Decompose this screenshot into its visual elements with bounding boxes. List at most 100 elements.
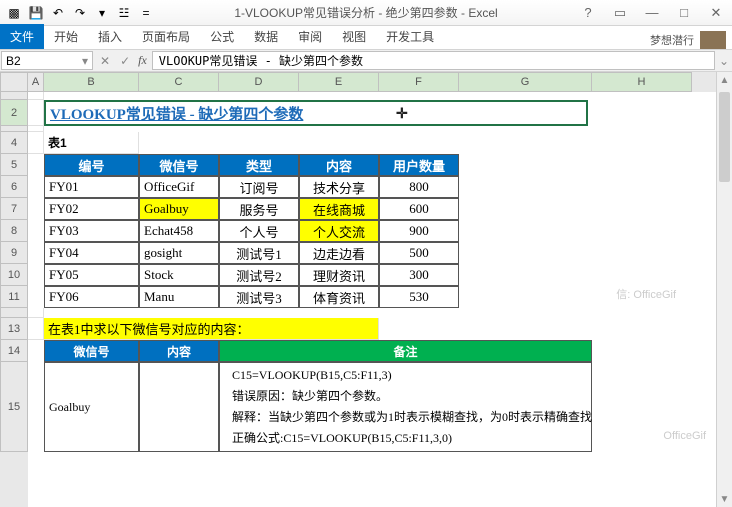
table-cell[interactable]: 个人交流 [299,220,379,242]
col-header-B[interactable]: B [44,72,139,92]
tab-home[interactable]: 开始 [44,24,88,49]
table-cell[interactable]: 服务号 [219,198,299,220]
table-cell[interactable]: 600 [379,198,459,220]
col-header-D[interactable]: D [219,72,299,92]
col-header-C[interactable]: C [139,72,219,92]
row-header-1[interactable] [0,92,28,100]
table-cell[interactable]: Echat458 [139,220,219,242]
tab-file[interactable]: 文件 [0,24,44,49]
avatar[interactable] [700,31,726,49]
row-header-11[interactable]: 11 [0,286,28,308]
cell-table1-label[interactable]: 表1 [44,132,139,154]
table-cell[interactable]: FY06 [44,286,139,308]
row-header-4[interactable]: 4 [0,132,28,154]
cell-title[interactable]: VLOOKUP常见错误 - 缺少第四个参数 ✛ [44,100,588,126]
tab-data[interactable]: 数据 [244,24,288,49]
ribbon-display-icon[interactable]: ▭ [608,4,632,22]
table-cell[interactable]: Stock [139,264,219,286]
table-cell[interactable]: 边走边看 [299,242,379,264]
formula-bar[interactable]: VLOOKUP常见错误 - 缺少第四个参数 [152,51,715,70]
table-cell[interactable]: FY01 [44,176,139,198]
table-cell[interactable]: 体育资讯 [299,286,379,308]
table-cell[interactable]: Manu [139,286,219,308]
vertical-scrollbar[interactable]: ▲ ▼ [716,72,732,507]
col-header-G[interactable]: G [459,72,592,92]
table2-header[interactable]: 微信号 [44,340,139,362]
table1-header[interactable]: 微信号 [139,154,219,176]
table-cell[interactable]: 理财资讯 [299,264,379,286]
enter-formula-icon[interactable]: ✓ [118,54,132,68]
table-cell[interactable]: FY03 [44,220,139,242]
table-cell[interactable]: 在线商城 [299,198,379,220]
row-header-9[interactable]: 9 [0,242,28,264]
table2-header[interactable]: 备注 [219,340,592,362]
maximize-icon[interactable]: □ [672,4,696,22]
row-header-14[interactable]: 14 [0,340,28,362]
tab-insert[interactable]: 插入 [88,24,132,49]
help-icon[interactable]: ? [576,4,600,22]
row-header-8[interactable]: 8 [0,220,28,242]
minimize-icon[interactable]: — [640,4,664,22]
lookup-value-cell[interactable]: Goalbuy [44,362,139,452]
table-cell[interactable]: 530 [379,286,459,308]
tab-view[interactable]: 视图 [332,24,376,49]
select-all-corner[interactable] [0,72,28,92]
table1-header[interactable]: 类型 [219,154,299,176]
close-icon[interactable]: ✕ [704,4,728,22]
table1-header[interactable]: 用户数量 [379,154,459,176]
redo-icon[interactable]: ↷ [70,3,90,23]
tab-review[interactable]: 审阅 [288,24,332,49]
tab-layout[interactable]: 页面布局 [132,24,200,49]
name-box[interactable]: B2 ▾ [1,51,93,70]
table-cell[interactable]: FY02 [44,198,139,220]
table-cell[interactable]: 500 [379,242,459,264]
table-cell[interactable]: 个人号 [219,220,299,242]
row-header-12[interactable] [0,308,28,318]
table-cell[interactable]: gosight [139,242,219,264]
name-box-dropdown-icon[interactable]: ▾ [82,54,88,68]
user-name[interactable]: 梦想潜行 [650,32,694,48]
row-header-10[interactable]: 10 [0,264,28,286]
table-cell[interactable]: 技术分享 [299,176,379,198]
tab-dev[interactable]: 开发工具 [376,24,444,49]
scroll-up-icon[interactable]: ▲ [717,72,732,88]
table-cell[interactable]: FY04 [44,242,139,264]
qat-more-icon[interactable]: ▾ [92,3,112,23]
table1-header[interactable]: 内容 [299,154,379,176]
row-header-5[interactable]: 5 [0,154,28,176]
row-header-15[interactable]: 15 [0,362,28,452]
result-cell[interactable] [139,362,219,452]
formula-expand-icon[interactable]: ⌄ [716,50,732,71]
col-header-A[interactable]: A [28,72,44,92]
tab-formula[interactable]: 公式 [200,24,244,49]
table-cell[interactable]: 订阅号 [219,176,299,198]
section-label[interactable]: 在表1中求以下微信号对应的内容： [44,318,379,340]
qat-extra-icon[interactable]: ☳ [114,3,134,23]
table-cell[interactable]: 300 [379,264,459,286]
row-header-13[interactable]: 13 [0,318,28,340]
table2-header[interactable]: 内容 [139,340,219,362]
cancel-formula-icon[interactable]: ✕ [98,54,112,68]
table-cell[interactable]: OfficeGif [139,176,219,198]
table-cell[interactable]: 800 [379,176,459,198]
row-header-7[interactable]: 7 [0,198,28,220]
table-cell[interactable]: 测试号3 [219,286,299,308]
fx-icon[interactable]: fx [138,53,147,68]
table-cell[interactable]: 测试号1 [219,242,299,264]
row-header-6[interactable]: 6 [0,176,28,198]
notes-cell[interactable]: C15=VLOOKUP(B15,C5:F11,3) 错误原因：缺少第四个参数。 … [219,362,592,452]
row-header-2[interactable]: 2 [0,100,28,126]
table-cell[interactable]: Goalbuy [139,198,219,220]
col-header-F[interactable]: F [379,72,459,92]
col-header-E[interactable]: E [299,72,379,92]
table1-header[interactable]: 编号 [44,154,139,176]
save-icon[interactable]: 💾 [26,3,46,23]
scroll-thumb[interactable] [719,92,730,182]
table-cell[interactable]: 测试号2 [219,264,299,286]
cell-grid[interactable]: VLOOKUP常见错误 - 缺少第四个参数 ✛ 表1 编号 微信号 类型 内容 … [28,92,716,452]
scroll-down-icon[interactable]: ▼ [717,491,732,507]
col-header-H[interactable]: H [592,72,692,92]
qat-customize-icon[interactable]: = [136,3,156,23]
table-cell[interactable]: FY05 [44,264,139,286]
undo-icon[interactable]: ↶ [48,3,68,23]
